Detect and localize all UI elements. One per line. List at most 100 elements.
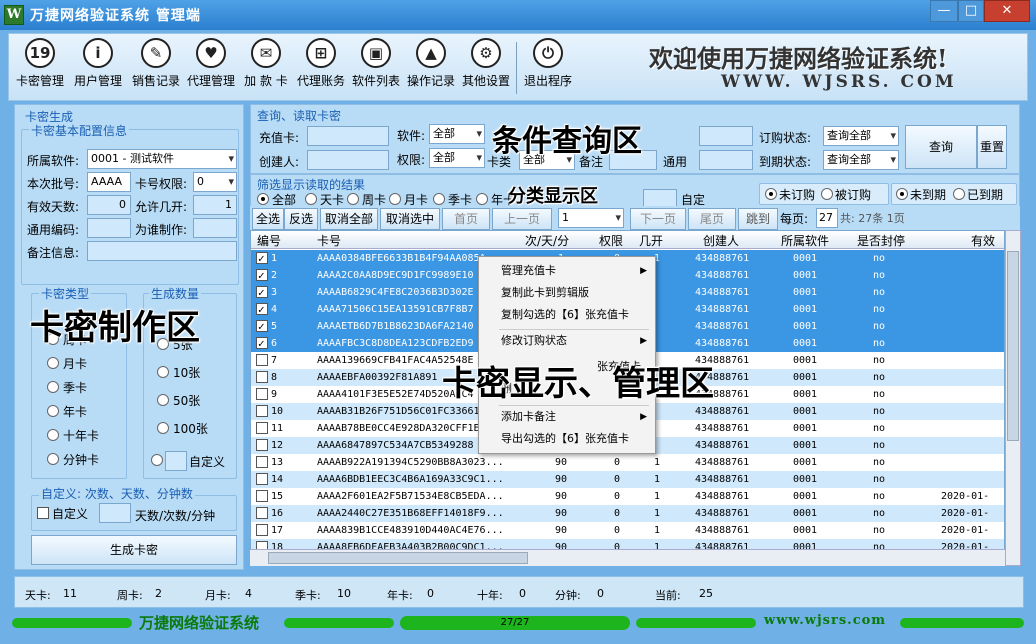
- filter-radio-month[interactable]: [389, 193, 401, 205]
- note-input[interactable]: [87, 241, 237, 261]
- header-id[interactable]: 编号: [257, 232, 281, 249]
- menu-copy-checked[interactable]: 复制勾选的【6】张充值卡: [479, 305, 655, 325]
- perm-filter-select[interactable]: 全部: [429, 148, 485, 168]
- type-radio-month[interactable]: [47, 357, 59, 369]
- card-input[interactable]: [307, 126, 389, 146]
- count-radio-10[interactable]: [157, 366, 169, 378]
- batch-input[interactable]: AAAA: [87, 172, 131, 192]
- toolbar-agent-accounts-button[interactable]: ⊞ 代理账务: [294, 38, 348, 98]
- header-days[interactable]: 次/天/分: [525, 232, 569, 249]
- row-checkbox[interactable]: [256, 318, 268, 335]
- table-row[interactable]: 14 AAAA6BDB1EEC3C4B6A169A33C9C1... 90 0 1 434…: [251, 471, 1004, 488]
- query-extra-input[interactable]: [699, 126, 753, 146]
- toolbar-sales-record-button[interactable]: ✎ 销售记录: [129, 38, 183, 98]
- horizontal-scroll-thumb[interactable]: [268, 552, 528, 564]
- order-radio-unordered[interactable]: [765, 188, 777, 200]
- query-button[interactable]: 查询: [905, 125, 977, 169]
- horizontal-scrollbar[interactable]: [250, 549, 1005, 566]
- toolbar-add-funds-button[interactable]: ✉ 加 款 卡: [239, 38, 293, 98]
- jump-button[interactable]: 跳到: [738, 208, 778, 230]
- toolbar-other-settings-button[interactable]: ⚙ 其他设置: [459, 38, 513, 98]
- toolbar-user-manage-button[interactable]: i 用户管理: [71, 38, 125, 98]
- cancel-selected-button[interactable]: 取消选中: [380, 208, 440, 230]
- software-filter-select[interactable]: 全部: [429, 124, 485, 144]
- close-button[interactable]: ✕: [984, 0, 1030, 22]
- table-row[interactable]: 16 AAAA2440C27E351B68EFF14018F9... 90 0 1 434…: [251, 505, 1004, 522]
- type-radio-year[interactable]: [47, 405, 59, 417]
- toolbar-exit-button[interactable]: ⏻ 退出程序: [521, 38, 575, 98]
- invert-selection-button[interactable]: 反选: [284, 208, 318, 230]
- toolbar-software-list-button[interactable]: ▣ 软件列表: [349, 38, 403, 98]
- row-checkbox[interactable]: [256, 490, 268, 502]
- row-checkbox[interactable]: [256, 335, 268, 352]
- next-page-button[interactable]: 下一页: [630, 208, 686, 230]
- prev-page-button[interactable]: 上一页: [492, 208, 552, 230]
- general-filter-input[interactable]: [699, 150, 753, 170]
- creator-input[interactable]: [307, 150, 389, 170]
- for-input[interactable]: [193, 218, 237, 238]
- filter-radio-quarter[interactable]: [433, 193, 445, 205]
- generate-button[interactable]: 生成卡密: [31, 535, 237, 565]
- count-radio-50[interactable]: [157, 394, 169, 406]
- vertical-scroll-thumb[interactable]: [1007, 251, 1019, 441]
- expire-radio-expired[interactable]: [953, 188, 965, 200]
- header-valid[interactable]: 有效: [971, 232, 995, 249]
- expire-select[interactable]: 查询全部: [823, 150, 899, 170]
- order-radio-ordered[interactable]: [821, 188, 833, 200]
- header-banned[interactable]: 是否封停: [857, 232, 905, 249]
- row-checkbox[interactable]: [256, 354, 268, 366]
- type-radio-decade[interactable]: [47, 429, 59, 441]
- menu-manage-card[interactable]: 管理充值卡 ▶: [479, 261, 655, 281]
- count-radio-100[interactable]: [157, 422, 169, 434]
- filter-radio-year[interactable]: [476, 193, 488, 205]
- header-open[interactable]: 几开: [639, 232, 663, 249]
- allow-input[interactable]: 1: [193, 195, 237, 215]
- filter-radio-day[interactable]: [305, 193, 317, 205]
- row-checkbox[interactable]: [256, 250, 268, 267]
- row-checkbox[interactable]: [256, 284, 268, 301]
- header-software[interactable]: 所属软件: [781, 232, 829, 249]
- custom-checkbox[interactable]: [37, 507, 49, 519]
- row-checkbox[interactable]: [256, 507, 268, 519]
- order-select[interactable]: 查询全部: [823, 126, 899, 146]
- type-radio-minute[interactable]: [47, 453, 59, 465]
- last-page-button[interactable]: 尾页: [688, 208, 736, 230]
- filter-radio-all[interactable]: [257, 193, 269, 205]
- row-checkbox[interactable]: [256, 439, 268, 451]
- page-select[interactable]: 1: [558, 208, 624, 228]
- row-checkbox[interactable]: [256, 388, 268, 400]
- menu-copy-card[interactable]: 复制此卡到剪辑版: [479, 283, 655, 303]
- row-checkbox[interactable]: [256, 524, 268, 536]
- toolbar-card-manage-button[interactable]: 19 卡密管理: [13, 38, 67, 98]
- count-radio-custom[interactable]: [151, 454, 163, 466]
- header-perm[interactable]: 权限: [599, 232, 623, 249]
- toolbar-agent-manage-button[interactable]: ♥ 代理管理: [184, 38, 238, 98]
- code-input[interactable]: [87, 218, 131, 238]
- first-page-button[interactable]: 首页: [442, 208, 490, 230]
- header-creator[interactable]: 创建人: [703, 232, 739, 249]
- filter-radio-week[interactable]: [347, 193, 359, 205]
- row-checkbox[interactable]: [256, 456, 268, 468]
- table-row[interactable]: 15 AAAA2F601EA2F5B71534E8CB5EDA... 90 0 1 434…: [251, 488, 1004, 505]
- per-page-input[interactable]: 27: [816, 208, 838, 228]
- reset-button[interactable]: 重置: [977, 125, 1007, 169]
- software-select[interactable]: 0001 - 测试软件: [87, 149, 237, 169]
- menu-export-checked[interactable]: 导出勾选的【6】张充值卡: [479, 429, 655, 449]
- row-checkbox[interactable]: [256, 371, 268, 383]
- custom-count-input[interactable]: [165, 451, 187, 471]
- maximize-button[interactable]: □: [958, 0, 984, 22]
- menu-add-note[interactable]: 添加卡备注 ▶: [479, 407, 655, 427]
- table-row[interactable]: 17 AAAA839B1CCE483910D440AC4E76... 90 0 1 434…: [251, 522, 1004, 539]
- toolbar-operation-log-button[interactable]: ▲ 操作记录: [404, 38, 458, 98]
- custom-value-input[interactable]: [99, 503, 131, 523]
- minimize-button[interactable]: —: [930, 0, 958, 22]
- expire-radio-valid[interactable]: [896, 188, 908, 200]
- row-checkbox[interactable]: [256, 405, 268, 417]
- vertical-scrollbar[interactable]: [1005, 230, 1021, 566]
- table-row[interactable]: 13 AAAAB922A191394C5290BB8A3023... 90 0 1 434…: [251, 454, 1004, 471]
- row-checkbox[interactable]: [256, 267, 268, 284]
- select-all-button[interactable]: 全选: [252, 208, 284, 230]
- menu-edit-order[interactable]: 修改订购状态 ▶: [479, 331, 655, 351]
- row-checkbox[interactable]: [256, 473, 268, 485]
- days-input[interactable]: 0: [87, 195, 131, 215]
